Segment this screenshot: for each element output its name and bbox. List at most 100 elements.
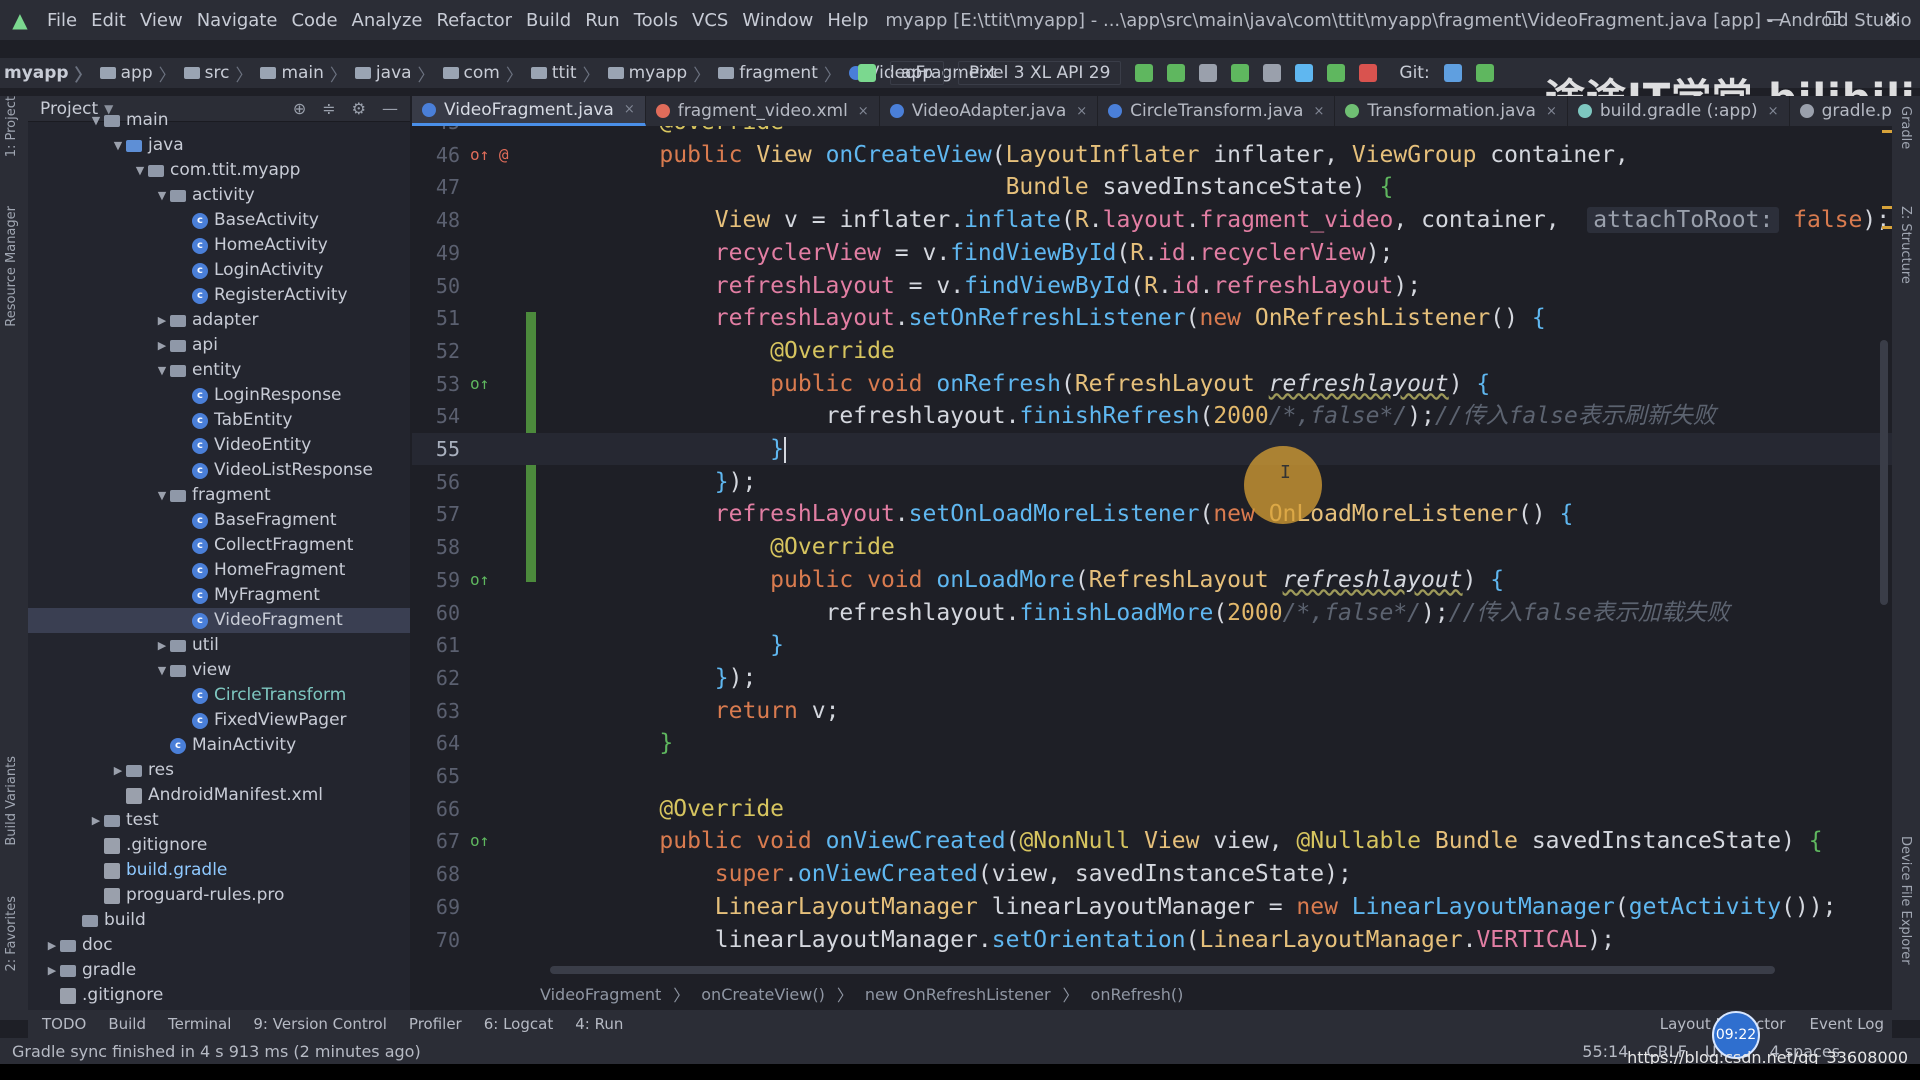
nav-crumb[interactable]: src 〉 [176, 61, 252, 86]
code-line[interactable]: 56 }); [412, 466, 1892, 498]
nav-crumb[interactable]: com 〉 [435, 61, 523, 86]
line-number[interactable]: 65 [412, 760, 460, 792]
warning-marker[interactable] [1882, 206, 1892, 209]
tree-item[interactable]: ▶ api [28, 333, 410, 358]
menu-navigate[interactable]: Navigate [190, 10, 285, 31]
sync-icon[interactable] [1295, 64, 1314, 82]
close-tab-icon[interactable]: × [1546, 104, 1557, 119]
line-number[interactable]: 64 [412, 727, 460, 759]
line-number[interactable]: 67 [412, 825, 460, 857]
nav-crumb[interactable]: app 〉 [92, 61, 176, 86]
editor-tab[interactable]: build.gradle (:app) × [1568, 96, 1790, 126]
tab-resource-manager[interactable]: Resource Manager [4, 206, 19, 327]
avd-manager-icon[interactable] [1327, 64, 1346, 82]
code-breadcrumb[interactable]: VideoFragment [540, 985, 661, 1004]
tree-item[interactable]: c MainActivity [28, 733, 410, 758]
tree-item[interactable]: ▼ fragment [28, 483, 410, 508]
tool-window-button[interactable]: 9: Version Control [253, 1015, 387, 1033]
tree-item[interactable]: ▼ java [28, 133, 410, 158]
line-number[interactable]: 58 [412, 531, 460, 563]
tree-item[interactable]: ▶ test [28, 808, 410, 833]
tree-item[interactable]: c HomeActivity [28, 233, 410, 258]
expanded-arrow-icon[interactable]: ▼ [154, 183, 170, 208]
editor-tab[interactable]: gradle.properties× [1790, 96, 1892, 126]
menu-edit[interactable]: Edit [84, 10, 133, 31]
tree-item[interactable]: c BaseFragment [28, 508, 410, 533]
menu-analyze[interactable]: Analyze [345, 10, 430, 31]
tree-item[interactable]: ▼ view [28, 658, 410, 683]
menu-file[interactable]: File [40, 10, 84, 31]
tab-device-file-explorer[interactable]: Device File Explorer [1898, 836, 1913, 965]
line-number[interactable]: 56 [412, 466, 460, 498]
code-editor[interactable]: 45 @Override46o↑ @ public View onCreateV… [412, 126, 1892, 984]
expanded-arrow-icon[interactable]: ▼ [154, 483, 170, 508]
line-number[interactable]: 66 [412, 793, 460, 825]
line-number[interactable]: 54 [412, 400, 460, 432]
tree-item[interactable]: c LoginActivity [28, 258, 410, 283]
menu-run[interactable]: Run [578, 10, 627, 31]
menu-view[interactable]: View [133, 10, 190, 31]
editor-tab[interactable]: VideoAdapter.java × [880, 96, 1099, 126]
editor-vertical-scrollbar[interactable] [1880, 340, 1888, 605]
code-line[interactable]: 47 Bundle savedInstanceState) { [412, 171, 1892, 203]
collapsed-arrow-icon[interactable]: ▶ [110, 758, 126, 783]
menu-code[interactable]: Code [284, 10, 344, 31]
code-line[interactable]: 62 }); [412, 662, 1892, 694]
code-line[interactable]: 45 @Override [412, 126, 1892, 138]
tree-item[interactable]: c VideoListResponse [28, 458, 410, 483]
run-config-select[interactable]: app [890, 61, 944, 85]
line-number[interactable]: 62 [412, 662, 460, 694]
code-line[interactable]: 49 recyclerView = v.findViewById(R.id.re… [412, 237, 1892, 269]
line-number[interactable]: 69 [412, 891, 460, 923]
code-line[interactable]: 50 refreshLayout = v.findViewById(R.id.r… [412, 270, 1892, 302]
tab-build-variants[interactable]: Build Variants [4, 756, 19, 846]
line-number[interactable]: 68 [412, 858, 460, 890]
apply-code-changes-icon[interactable] [1167, 64, 1186, 82]
line-number[interactable]: 47 [412, 171, 460, 203]
nav-crumb[interactable]: main 〉 [252, 61, 347, 86]
device-select[interactable]: Pixel 3 XL API 29 [958, 61, 1122, 85]
code-breadcrumb[interactable]: onRefresh() [1091, 985, 1184, 1004]
collapsed-arrow-icon[interactable]: ▶ [154, 308, 170, 333]
code-line[interactable]: 64 } [412, 727, 1892, 759]
code-line[interactable]: 68 super.onViewCreated(view, savedInstan… [412, 858, 1892, 890]
menu-help[interactable]: Help [820, 10, 875, 31]
warning-marker[interactable] [1882, 226, 1892, 229]
tool-window-button[interactable]: 4: Run [575, 1015, 623, 1033]
line-number[interactable]: 57 [412, 498, 460, 530]
tree-item[interactable]: .gitignore [28, 983, 410, 1008]
line-number[interactable]: 46 [412, 139, 460, 171]
code-breadcrumb[interactable]: onCreateView() [701, 985, 825, 1004]
line-number[interactable]: 52 [412, 335, 460, 367]
tree-item[interactable]: c MyFragment [28, 583, 410, 608]
override-marker-icon[interactable]: o↑ [470, 368, 510, 400]
nav-crumb[interactable]: fragment 〉 [710, 61, 841, 86]
code-line[interactable]: 66 @Override [412, 793, 1892, 825]
code-line[interactable]: 46 o↑ @ public View onCreateView(LayoutIn… [412, 139, 1892, 171]
code-breadcrumb[interactable]: new OnRefreshListener [865, 985, 1051, 1004]
restore-button[interactable]: ❐ [1804, 0, 1862, 40]
profile-icon[interactable] [1231, 64, 1250, 82]
editor-horizontal-scrollbar[interactable] [550, 966, 1775, 974]
tree-item[interactable]: ▼ main [28, 108, 410, 133]
line-number[interactable]: 60 [412, 597, 460, 629]
code-line[interactable]: 51 refreshLayout.setOnRefreshListener(ne… [412, 302, 1892, 334]
menu-tools[interactable]: Tools [627, 10, 685, 31]
expanded-arrow-icon[interactable]: ▼ [154, 358, 170, 383]
line-number[interactable]: 63 [412, 695, 460, 727]
line-number[interactable]: 50 [412, 270, 460, 302]
line-number[interactable]: 70 [412, 924, 460, 956]
close-tab-icon[interactable]: × [1313, 104, 1324, 119]
line-number[interactable]: 59 [412, 564, 460, 596]
tree-item[interactable]: ▼ activity [28, 183, 410, 208]
line-number[interactable]: 51 [412, 302, 460, 334]
editor-tab[interactable]: CircleTransform.java × [1098, 96, 1336, 126]
code-line[interactable]: 65 [412, 760, 1892, 792]
stop-icon[interactable] [1359, 64, 1378, 82]
tab-gradle[interactable]: Gradle [1898, 106, 1913, 149]
apply-changes-icon[interactable] [1135, 64, 1154, 82]
attach-debugger-icon[interactable] [1263, 64, 1282, 82]
tree-item[interactable]: ▶ adapter [28, 308, 410, 333]
tree-item[interactable]: proguard-rules.pro [28, 883, 410, 908]
git-update-icon[interactable] [1443, 64, 1462, 82]
